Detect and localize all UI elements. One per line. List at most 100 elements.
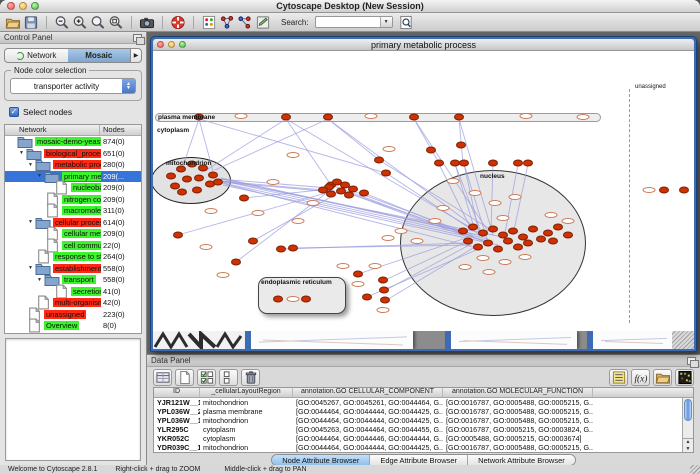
attribute-table-button[interactable] — [153, 369, 172, 386]
network-node[interactable] — [166, 173, 176, 180]
select-nodes-checkbox[interactable]: ✓ — [9, 107, 19, 117]
attribute-list-icon[interactable] — [611, 370, 627, 385]
tree-column-nodes[interactable]: Nodes — [100, 125, 141, 135]
network-node[interactable] — [326, 191, 336, 198]
birds-eye-view[interactable] — [5, 338, 141, 461]
window-resize-grip[interactable] — [690, 465, 700, 474]
tab-network[interactable]: Network — [5, 49, 68, 62]
network-node[interactable] — [548, 238, 558, 245]
network-node[interactable] — [276, 246, 286, 253]
network-node[interactable] — [288, 245, 298, 252]
title-bar[interactable]: Cytoscape Desktop (New Session) — [0, 0, 700, 13]
expand-arrow-icon[interactable]: ▼ — [26, 219, 35, 225]
network-node[interactable] — [182, 176, 192, 183]
table-row-ykr052c[interactable]: YKR052Ccytoplasm[GO:0044464, GO:0044446,… — [154, 434, 693, 443]
background-window-1[interactable] — [245, 331, 413, 349]
function-builder-button[interactable] — [631, 369, 650, 386]
open-icon[interactable] — [5, 15, 21, 30]
network-node[interactable] — [473, 244, 483, 251]
scroll-down-icon[interactable]: ▼ — [683, 446, 693, 453]
search-value[interactable] — [316, 17, 380, 27]
network-node[interactable] — [213, 179, 223, 186]
network-node[interactable] — [378, 277, 388, 284]
network-view-icon[interactable] — [219, 15, 235, 30]
select-attributes-icon[interactable] — [199, 370, 215, 385]
network-node[interactable] — [192, 187, 202, 194]
network-node[interactable] — [513, 160, 523, 167]
tab-edge-attribute-browser[interactable]: Edge Attribute Browser — [369, 455, 467, 465]
new-attribute-button[interactable] — [175, 369, 194, 386]
network-node[interactable] — [353, 271, 363, 278]
network-node[interactable] — [454, 114, 464, 121]
network-node[interactable] — [359, 190, 369, 197]
network-node[interactable] — [528, 226, 538, 233]
import-attributes-icon[interactable] — [655, 370, 671, 385]
float-data-panel-icon[interactable] — [687, 357, 696, 365]
network-node[interactable] — [323, 114, 333, 121]
network-node[interactable] — [523, 240, 533, 247]
network-node[interactable] — [488, 226, 498, 233]
network-node[interactable] — [273, 296, 283, 303]
table-column-header[interactable]: _cellularLayoutRegion — [200, 388, 293, 397]
scroll-up-icon[interactable]: ▲ — [683, 439, 693, 446]
scrollbar-thumb[interactable] — [684, 399, 692, 421]
attribute-matrix-icon[interactable] — [677, 370, 693, 385]
tab-network-attribute-browser[interactable]: Network Attribute Browser — [467, 455, 575, 465]
table-column-header[interactable]: ID — [154, 388, 200, 397]
network-node[interactable] — [426, 147, 436, 154]
delete-attribute-button[interactable] — [241, 369, 260, 386]
network-node[interactable] — [379, 287, 389, 294]
expand-arrow-icon[interactable]: ▼ — [17, 150, 26, 156]
float-panel-icon[interactable] — [133, 34, 142, 42]
zoom-selected-icon[interactable] — [90, 15, 106, 30]
annotation-icon[interactable] — [255, 15, 271, 30]
network-edit-icon[interactable] — [237, 15, 253, 30]
network-node[interactable] — [458, 228, 468, 235]
expand-arrow-icon[interactable]: ▼ — [35, 173, 44, 179]
network-node[interactable] — [483, 240, 493, 247]
frame-resize-grip[interactable] — [672, 331, 694, 349]
vizmapper-icon[interactable] — [201, 15, 217, 30]
network-node[interactable] — [409, 114, 419, 121]
network-node[interactable] — [503, 238, 513, 245]
table-column-header[interactable]: annotation.GO MOLECULAR_FUNCTION — [443, 388, 593, 397]
network-node[interactable] — [231, 259, 241, 266]
network-node[interactable] — [208, 172, 218, 179]
function-builder-icon[interactable] — [633, 370, 649, 385]
network-node[interactable] — [177, 189, 187, 196]
snapshot-icon[interactable] — [139, 15, 155, 30]
network-node[interactable] — [523, 160, 533, 167]
network-node[interactable] — [563, 232, 573, 239]
background-window-2[interactable] — [445, 331, 577, 349]
attribute-list-button[interactable] — [609, 369, 628, 386]
expand-arrow-icon[interactable]: ▼ — [26, 265, 35, 271]
frame-title-bar[interactable]: primary metabolic process — [153, 39, 694, 51]
zoom-fit-icon[interactable] — [108, 15, 124, 30]
network-node[interactable] — [468, 224, 478, 231]
help-icon[interactable] — [170, 15, 186, 30]
expand-arrow-icon[interactable]: ▼ — [35, 277, 44, 283]
network-node[interactable] — [459, 160, 469, 167]
network-node[interactable] — [659, 187, 669, 194]
search-advanced-icon[interactable] — [398, 15, 414, 30]
network-node[interactable] — [248, 238, 258, 245]
network-node[interactable] — [536, 236, 546, 243]
network-node[interactable] — [374, 157, 384, 164]
network-node[interactable] — [488, 160, 498, 167]
network-view-frame[interactable]: primary metabolic process plasma membran… — [150, 36, 697, 352]
table-row-ydr039c__1[interactable]: YDR039C__1mitochondrion[GO:0044464, GO:0… — [154, 443, 693, 452]
network-node[interactable] — [381, 170, 391, 177]
network-node[interactable] — [318, 187, 328, 194]
network-canvas[interactable]: plasma membrane cytoplasm mitochondrion … — [153, 51, 694, 331]
network-node[interactable] — [380, 297, 390, 304]
unselect-attributes-icon[interactable] — [221, 370, 237, 385]
network-node[interactable] — [173, 232, 183, 239]
tree-row-overview[interactable]: Overview8(0) — [5, 320, 141, 332]
network-node[interactable] — [478, 230, 488, 237]
table-row-ypl036w__1[interactable]: YPL036W__1mitochondrion[GO:0044464, GO:0… — [154, 416, 693, 425]
network-node[interactable] — [543, 230, 553, 237]
table-row-ypl036w__2[interactable]: YPL036W__2plasma membrane[GO:0044464, GO… — [154, 407, 693, 416]
table-row-ylr295c[interactable]: YLR295Ccytoplasm[GO:0045263, GO:0044464,… — [154, 425, 693, 434]
attribute-matrix-button[interactable] — [675, 369, 694, 386]
expand-arrow-icon[interactable]: ▼ — [26, 162, 35, 168]
